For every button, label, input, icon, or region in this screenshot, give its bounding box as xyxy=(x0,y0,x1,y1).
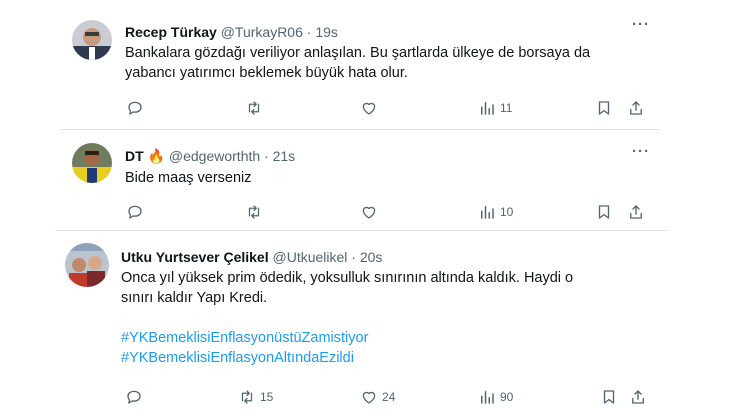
bookmark-button[interactable] xyxy=(595,99,613,117)
like-icon xyxy=(362,391,376,404)
share-icon xyxy=(632,390,644,404)
like-button[interactable] xyxy=(360,203,382,221)
views-icon xyxy=(481,391,494,404)
retweet-icon xyxy=(248,205,260,219)
views-count: 10 xyxy=(500,205,514,219)
user-handle[interactable]: @TurkayR06 xyxy=(221,24,303,40)
bookmark-icon xyxy=(598,205,610,219)
more-icon[interactable]: ··· xyxy=(632,144,650,159)
views-button[interactable]: 10 xyxy=(478,203,513,221)
views-button[interactable]: 11 xyxy=(478,99,512,117)
user-handle[interactable]: @Utkuelikel xyxy=(273,249,348,265)
retweet-icon xyxy=(241,390,253,404)
tweet-text: Bankalara gözdağı veriliyor anlaşılan. B… xyxy=(125,43,590,83)
views-icon xyxy=(481,206,494,219)
retweet-count: 15 xyxy=(260,390,274,404)
tweet-header: DT 🔥 @edgeworthth · 21s xyxy=(125,147,295,165)
tweet-text: Onca yıl yüksek prim ödedik, yoksulluk s… xyxy=(121,268,573,368)
reply-button[interactable] xyxy=(126,203,148,221)
bookmark-icon xyxy=(598,101,610,115)
hashtag-link[interactable]: #YKBemeklisiEnflasyonüstüZamistiyor xyxy=(121,328,573,348)
user-handle[interactable]: @edgeworthth xyxy=(169,148,260,164)
tweet-text-line: Bankalara gözdağı veriliyor anlaşılan. B… xyxy=(125,45,591,61)
bookmark-icon xyxy=(603,390,615,404)
views-count: 11 xyxy=(500,101,513,115)
reply-button[interactable] xyxy=(126,99,148,117)
tweet-utku-yurtsever-celikel[interactable]: Utku Yurtsever Çelikel @Utkuelikel · 20s… xyxy=(55,231,667,420)
share-button[interactable] xyxy=(629,388,647,406)
views-count: 90 xyxy=(500,390,514,404)
retweet-icon xyxy=(248,101,260,115)
views-button[interactable]: 90 xyxy=(478,388,513,406)
reply-button[interactable] xyxy=(125,388,147,406)
share-icon xyxy=(630,101,642,115)
retweet-button[interactable] xyxy=(245,203,267,221)
share-button[interactable] xyxy=(627,99,645,117)
tweet-header: Recep Türkay @TurkayR06 · 19s xyxy=(125,23,338,41)
timestamp[interactable]: · 20s xyxy=(351,249,382,265)
reply-icon xyxy=(128,101,142,115)
reply-icon xyxy=(128,205,142,219)
timestamp[interactable]: · 19s xyxy=(307,24,338,40)
avatar[interactable] xyxy=(65,243,109,287)
like-count: 24 xyxy=(382,390,396,404)
display-name[interactable]: Utku Yurtsever Çelikel xyxy=(121,249,269,265)
tweet-recep-turkay[interactable]: Recep Türkay @TurkayR06 · 19s ··· Bankal… xyxy=(60,8,660,128)
tweet-text-line: Bide maaş verseniz xyxy=(125,170,252,186)
hashtag-link[interactable]: #YKBemeklisiEnflasyonAltındaEzildi xyxy=(121,348,573,368)
retweet-button[interactable] xyxy=(245,99,267,117)
tweet-header: Utku Yurtsever Çelikel @Utkuelikel · 20s xyxy=(121,248,382,266)
tweet-text: Bide maaş verseniz xyxy=(125,168,252,188)
timestamp[interactable]: · 21s xyxy=(264,148,295,164)
avatar[interactable] xyxy=(72,143,112,183)
display-name[interactable]: DT xyxy=(125,148,144,164)
tweet-text-line: yabancı yatırımcı beklemek büyük hata ol… xyxy=(125,65,408,81)
fire-emoji: 🔥 xyxy=(147,148,165,164)
display-name[interactable]: Recep Türkay xyxy=(125,24,217,40)
like-button[interactable] xyxy=(360,99,382,117)
avatar[interactable] xyxy=(72,20,112,60)
share-button[interactable] xyxy=(627,203,645,221)
like-icon xyxy=(362,206,376,219)
views-icon xyxy=(481,102,494,115)
share-icon xyxy=(630,205,642,219)
more-icon[interactable]: ··· xyxy=(632,17,650,32)
tweet-text-line: Onca yıl yüksek prim ödedik, yoksulluk s… xyxy=(121,270,574,286)
like-button[interactable]: 24 xyxy=(360,388,395,406)
tweet-text-line: sınırı kaldır Yapı Kredi. xyxy=(121,290,268,306)
tweet-dt[interactable]: DT 🔥 @edgeworthth · 21s ··· Bide maaş ve… xyxy=(60,130,660,226)
like-icon xyxy=(362,102,376,115)
bookmark-button[interactable] xyxy=(600,388,618,406)
bookmark-button[interactable] xyxy=(595,203,613,221)
reply-icon xyxy=(127,390,141,404)
retweet-button[interactable]: 15 xyxy=(238,388,273,406)
